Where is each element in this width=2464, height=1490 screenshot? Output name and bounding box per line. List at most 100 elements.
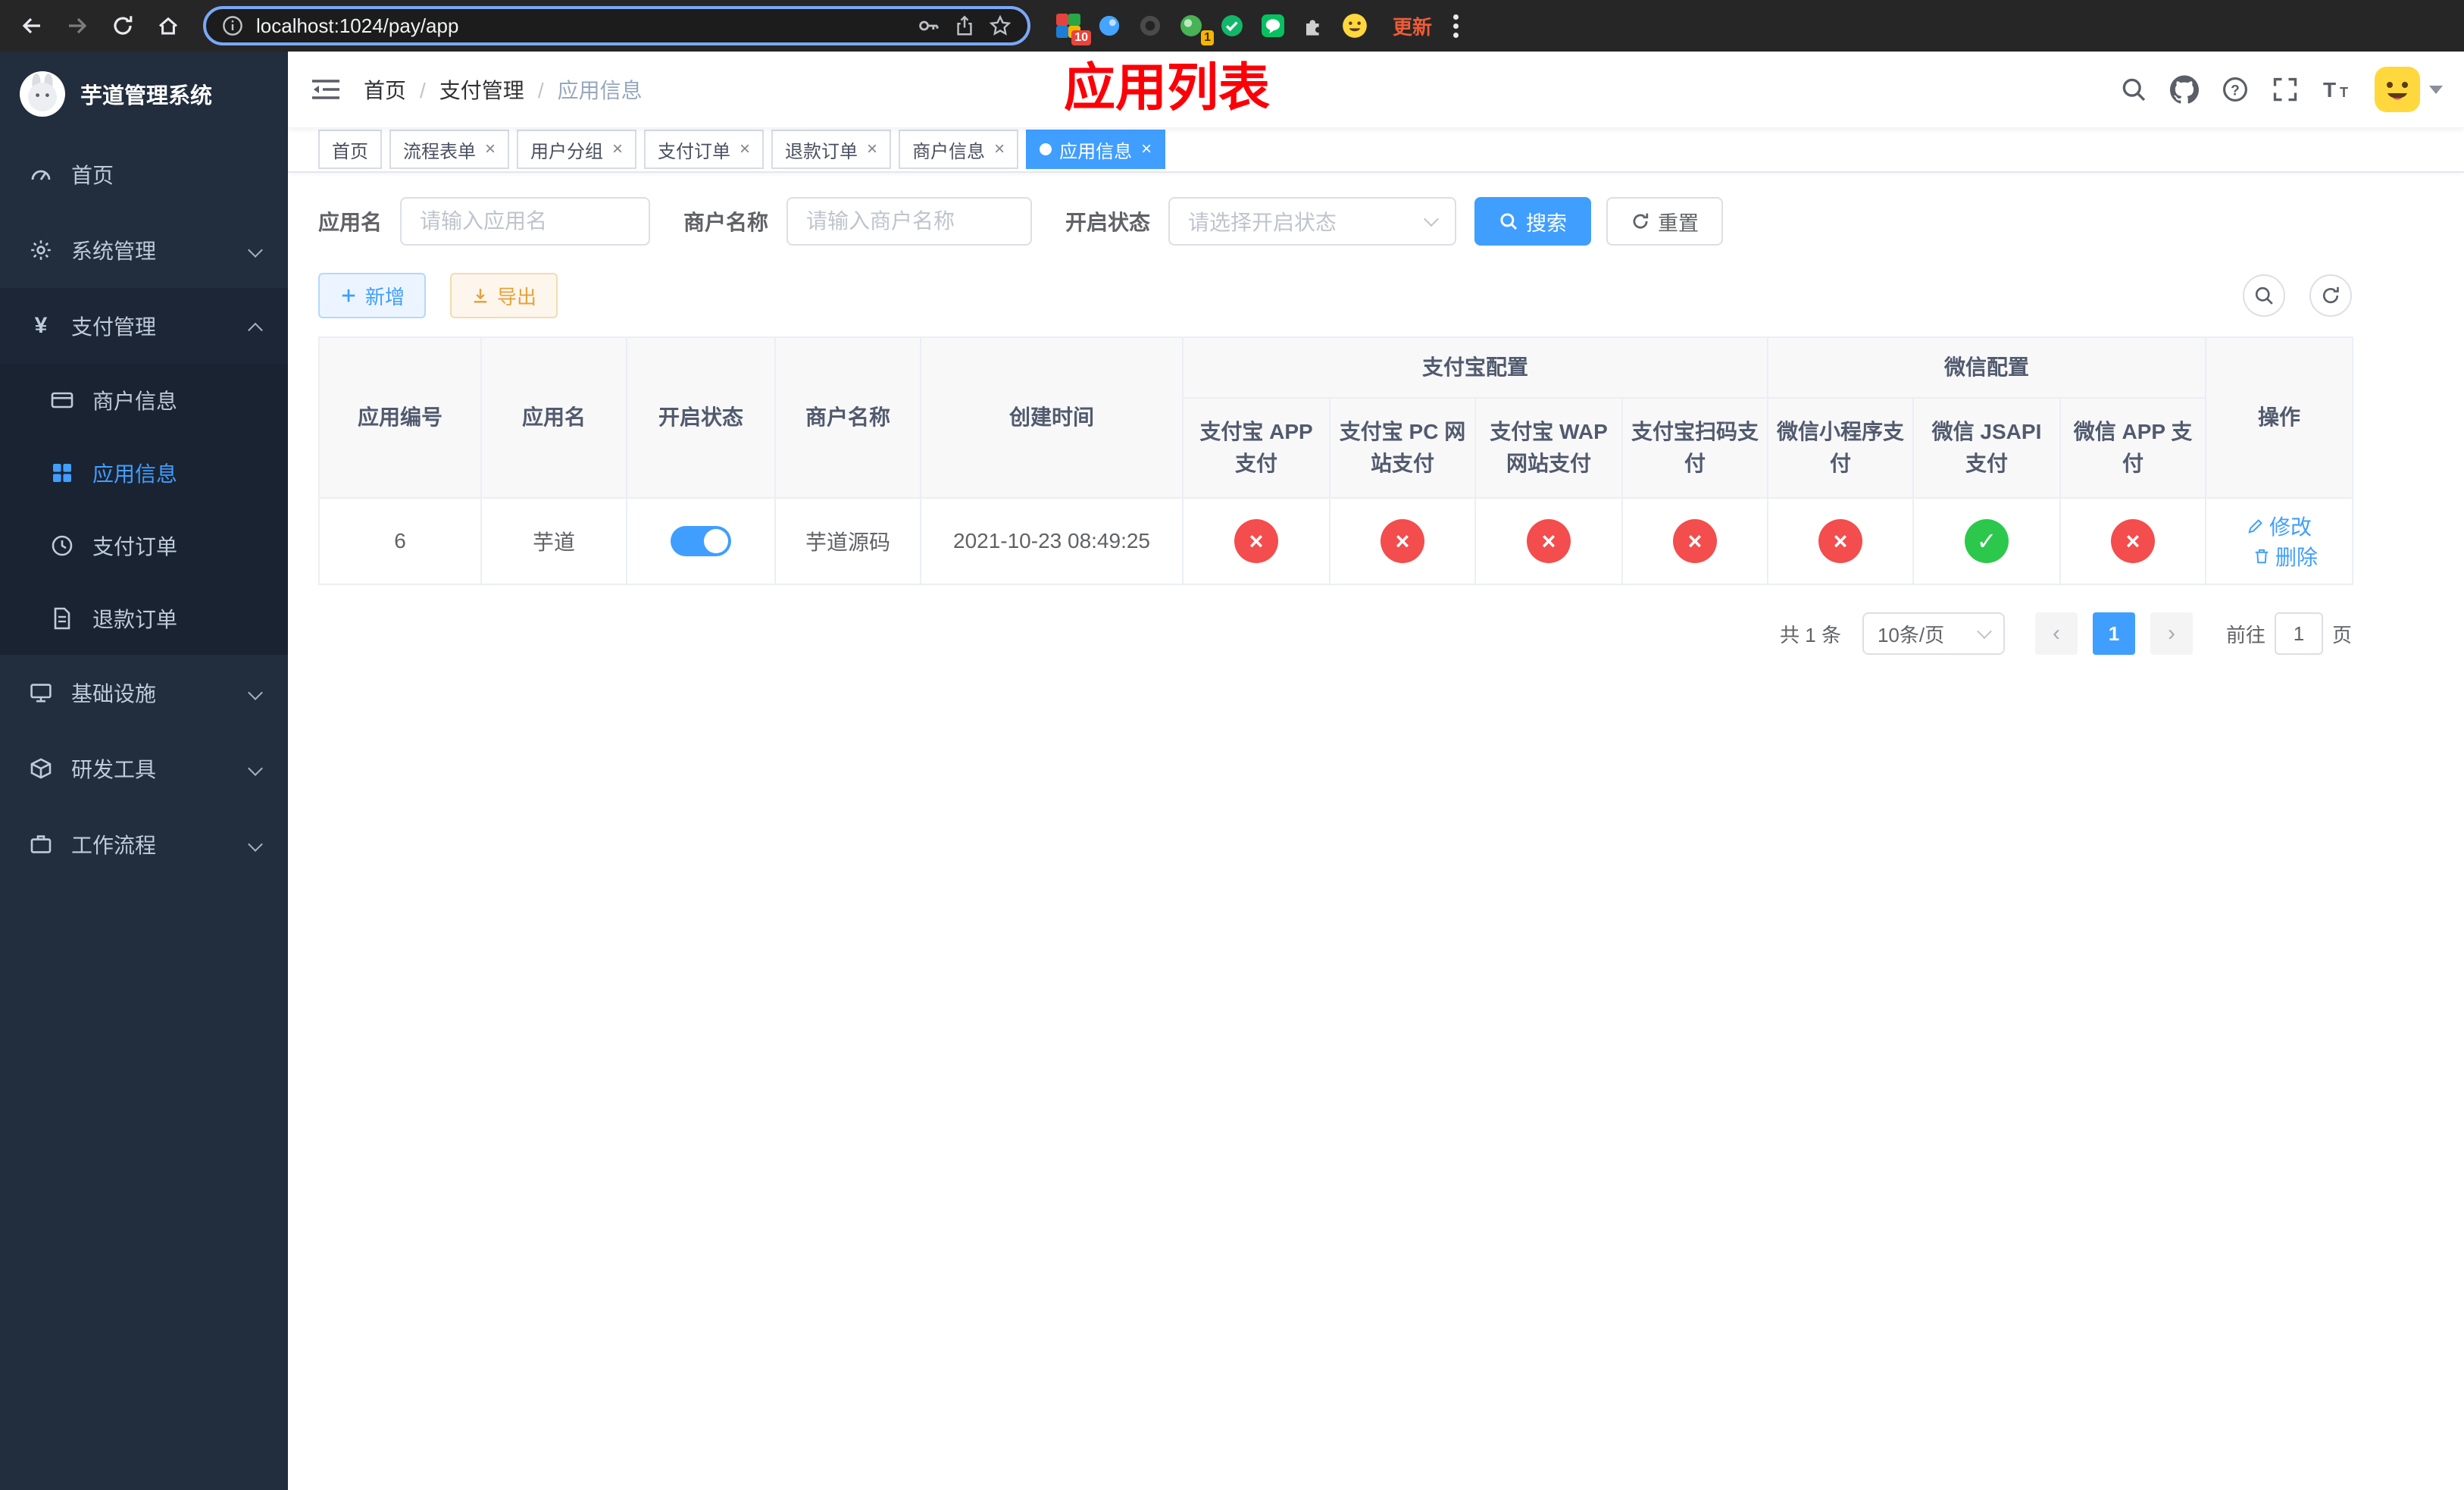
close-icon[interactable]: ×: [612, 139, 623, 160]
app-name-input[interactable]: [400, 197, 651, 246]
sidebar-item-dev-tools[interactable]: 研发工具: [0, 731, 288, 806]
prev-page-button[interactable]: ‹: [2034, 612, 2078, 655]
wx-mini-status-icon[interactable]: ×: [1818, 519, 1863, 563]
sidebar-item-workflow[interactable]: 工作流程: [0, 806, 288, 882]
tab-refund-orders[interactable]: 退款订单 ×: [771, 130, 892, 169]
col-alipay-pc: 支付宝 PC 网站支付: [1329, 397, 1476, 499]
status-select[interactable]: 请选择开启状态: [1168, 197, 1457, 246]
sidebar: 芋道管理系统 首页 系统管理 ¥ 支付管理 商户信息 应用信息 支付订单 退款订…: [0, 52, 288, 1490]
sidebar-item-app-info[interactable]: 应用信息: [0, 437, 288, 509]
col-created: 创建时间: [920, 337, 1184, 499]
next-page-button[interactable]: ›: [2150, 612, 2193, 655]
sidebar-item-pay-orders[interactable]: 支付订单: [0, 509, 288, 582]
extension-blue-icon[interactable]: [1096, 12, 1123, 39]
alipay-pc-status-icon[interactable]: ×: [1381, 519, 1424, 563]
sidebar-item-system[interactable]: 系统管理: [0, 212, 288, 288]
browser-menu-icon[interactable]: [1453, 14, 1459, 38]
app-title: 芋道管理系统: [80, 84, 213, 108]
extensions-puzzle-icon[interactable]: [1300, 12, 1327, 39]
password-key-icon[interactable]: [917, 14, 941, 38]
tab-user-group[interactable]: 用户分组 ×: [517, 130, 637, 169]
tab-process-form[interactable]: 流程表单 ×: [389, 130, 510, 169]
share-icon[interactable]: [953, 14, 976, 37]
edit-link[interactable]: 修改: [2247, 511, 2312, 541]
tab-label: 应用信息: [1059, 141, 1133, 162]
page-number-button[interactable]: 1: [2092, 612, 2135, 655]
font-size-icon[interactable]: TT: [2322, 76, 2352, 103]
search-icon[interactable]: [2120, 76, 2147, 103]
close-icon[interactable]: ×: [867, 139, 877, 160]
delete-link[interactable]: 删除: [2253, 541, 2318, 571]
close-icon[interactable]: ×: [485, 139, 496, 160]
breadcrumb-home[interactable]: 首页: [364, 74, 439, 105]
browser-home-icon[interactable]: [149, 6, 188, 45]
show-search-button[interactable]: [2243, 274, 2285, 317]
svg-text:T: T: [2340, 85, 2348, 100]
app-logo-row[interactable]: 芋道管理系统: [0, 52, 288, 136]
tab-app-info[interactable]: 应用信息 ×: [1026, 130, 1166, 169]
profile-emoji-icon[interactable]: [1341, 12, 1368, 39]
status-toggle[interactable]: [671, 526, 731, 556]
fullscreen-icon[interactable]: [2272, 76, 2299, 103]
help-icon[interactable]: ?: [2222, 76, 2249, 103]
tab-home[interactable]: 首页: [318, 130, 382, 169]
user-menu[interactable]: [2375, 67, 2443, 112]
table-toolbar: 新增 导出: [318, 273, 2352, 318]
search-form: 应用名 商户名称 开启状态 请选择开启状态 搜索: [318, 197, 2352, 246]
alipay-wap-status-icon[interactable]: ×: [1527, 519, 1571, 563]
wx-jsapi-status-icon[interactable]: ✓: [1965, 519, 2009, 563]
add-button[interactable]: 新增: [318, 273, 427, 318]
export-button[interactable]: 导出: [450, 273, 558, 318]
alipay-qr-status-icon[interactable]: ×: [1673, 519, 1717, 563]
site-info-icon[interactable]: [221, 14, 244, 37]
page-size-select[interactable]: 10条/页: [1862, 612, 2005, 655]
close-icon[interactable]: ×: [994, 139, 1005, 160]
sidebar-item-home[interactable]: 首页: [0, 136, 288, 212]
bookmark-star-icon[interactable]: [988, 14, 1012, 38]
cell-app-id: 6: [318, 497, 482, 585]
chevron-up-icon: [248, 322, 263, 338]
url-text: localhost:1024/pay/app: [256, 14, 459, 37]
tab-merchant-info[interactable]: 商户信息 ×: [899, 130, 1019, 169]
sidebar-item-merchant-info[interactable]: 商户信息: [0, 364, 288, 437]
search-icon: [2255, 286, 2273, 305]
reset-button[interactable]: 重置: [1606, 197, 1724, 246]
breadcrumb-payment[interactable]: 支付管理: [439, 74, 558, 105]
sidebar-item-infrastructure[interactable]: 基础设施: [0, 655, 288, 731]
tab-label: 流程表单: [403, 141, 476, 162]
browser-back-icon[interactable]: [12, 6, 52, 45]
caret-down-icon: [2429, 85, 2443, 94]
yen-icon: ¥: [34, 313, 48, 338]
refresh-table-button[interactable]: [2309, 274, 2352, 317]
extension-dark-icon[interactable]: [1137, 12, 1164, 39]
close-icon[interactable]: ×: [1141, 139, 1152, 160]
goto-label: 前往: [2225, 623, 2265, 646]
extension-check-icon[interactable]: [1218, 12, 1246, 39]
merchant-name-input[interactable]: [786, 197, 1033, 246]
wx-app-status-icon[interactable]: ×: [2111, 519, 2156, 563]
search-button[interactable]: 搜索: [1474, 197, 1592, 246]
browser-toolbar: localhost:1024/pay/app 10 1 更新: [0, 0, 2464, 52]
grid-icon: [48, 461, 76, 485]
sidebar-item-refund-orders[interactable]: 退款订单: [0, 582, 288, 655]
extension-wechat-icon[interactable]: [1259, 12, 1287, 39]
chevron-down-icon: [1977, 624, 1992, 640]
browser-reload-icon[interactable]: [103, 6, 142, 45]
browser-update-button[interactable]: 更新: [1393, 12, 1432, 40]
tab-label: 退款订单: [785, 141, 858, 162]
url-bar[interactable]: localhost:1024/pay/app: [203, 6, 1030, 45]
close-icon[interactable]: ×: [740, 139, 750, 160]
browser-forward-icon[interactable]: [58, 6, 97, 45]
sidebar-fold-icon[interactable]: [288, 77, 364, 102]
goto-page-input[interactable]: [2274, 612, 2323, 655]
extension-green-avatar-icon[interactable]: 1: [1177, 12, 1214, 45]
sidebar-item-payment[interactable]: ¥ 支付管理: [0, 288, 288, 364]
extension-colorful-icon[interactable]: 10: [1055, 12, 1091, 45]
alipay-app-status-icon[interactable]: ×: [1234, 519, 1278, 563]
tab-pay-orders[interactable]: 支付订单 ×: [644, 130, 765, 169]
github-icon[interactable]: [2170, 75, 2199, 104]
page-content: 应用名 商户名称 开启状态 请选择开启状态 搜索: [288, 173, 2464, 1490]
app-table: 应用编号 应用名 开启状态 商户名称 创建时间 支付宝配置 微信配置 操作 支付…: [318, 337, 2354, 585]
screen: localhost:1024/pay/app 10 1 更新 芋道管理系统 首页…: [0, 0, 2464, 1490]
tab-label: 支付订单: [658, 141, 731, 162]
